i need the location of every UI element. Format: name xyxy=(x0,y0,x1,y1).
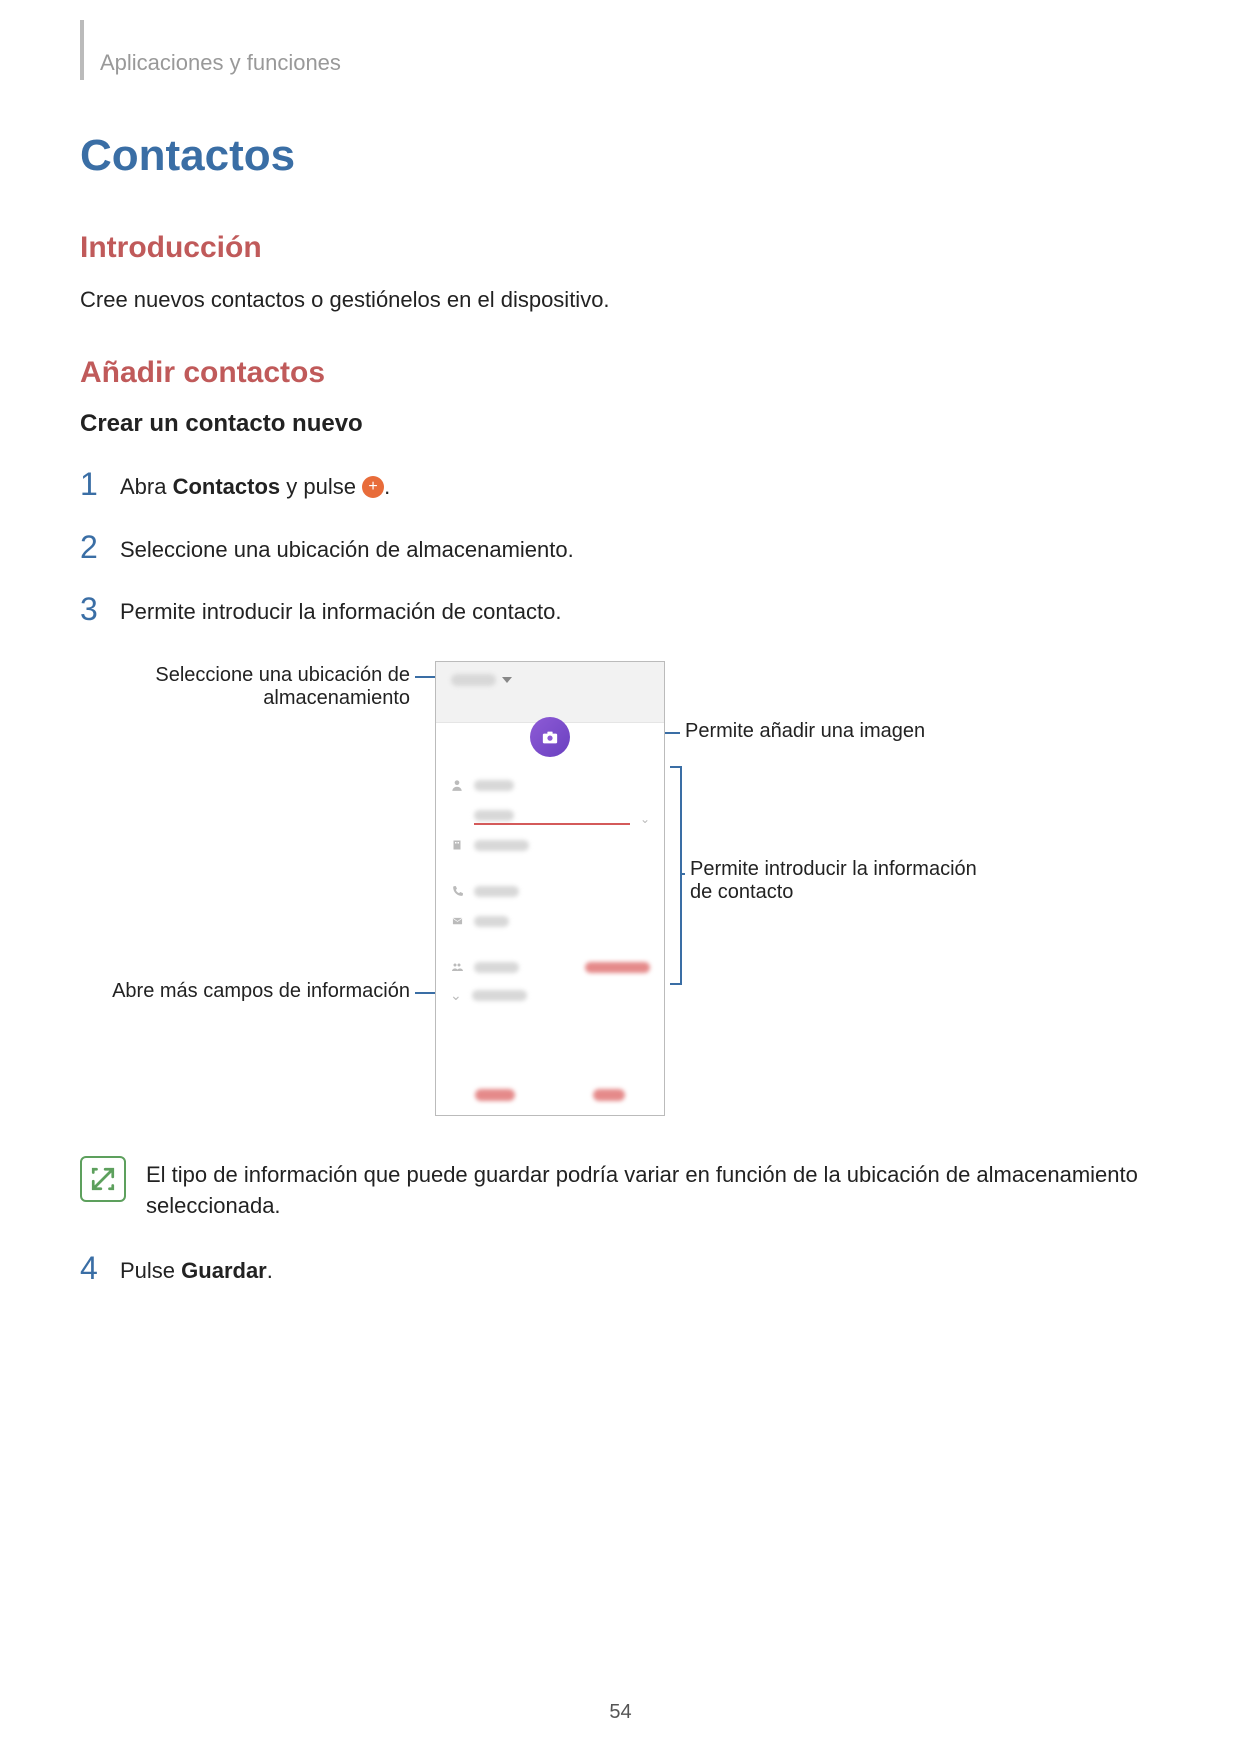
step-1-app: Contactos xyxy=(173,474,281,499)
save-blur xyxy=(593,1089,625,1101)
phone-header xyxy=(436,662,664,723)
fields-area: ⌄ xyxy=(450,772,650,980)
breadcrumb: Aplicaciones y funciones xyxy=(100,50,1161,76)
blur-text xyxy=(474,810,514,821)
step-3-text: Permite introducir la información de con… xyxy=(120,593,561,628)
callout-info-l2: de contacto xyxy=(690,881,793,903)
cancel-blur xyxy=(475,1089,515,1101)
step-3: 3 Permite introducir la información de c… xyxy=(80,593,1161,628)
plus-icon: + xyxy=(362,476,384,498)
callout-more: Abre más campos de información xyxy=(80,980,410,1003)
phone-mockup: ⌄ xyxy=(435,661,665,1116)
callout-storage-l2: almacenamiento xyxy=(263,687,410,709)
callout-storage-l1: Seleccione una ubicación de xyxy=(155,664,410,686)
blur-text xyxy=(474,962,519,973)
input-underline xyxy=(474,823,630,825)
step-1-c: y pulse xyxy=(280,474,362,499)
blur-text xyxy=(474,780,514,791)
step-4-c: . xyxy=(267,1258,273,1283)
step-1-text: Abra Contactos y pulse +. xyxy=(120,468,390,503)
diagram: Seleccione una ubicación de almacenamien… xyxy=(80,656,1161,1136)
section-intro-heading: Introducción xyxy=(80,231,1161,265)
person-icon xyxy=(450,778,464,792)
view-more: ⌄ xyxy=(450,987,527,1004)
field-org xyxy=(450,832,650,858)
page-title: Contactos xyxy=(80,131,1161,181)
storage-selector xyxy=(451,674,512,686)
field-email xyxy=(450,908,650,934)
step-4: 4 Pulse Guardar. xyxy=(80,1252,1161,1287)
page-number: 54 xyxy=(0,1701,1241,1724)
blur-text xyxy=(474,886,519,897)
field-phone xyxy=(450,878,650,904)
blur-text xyxy=(474,840,529,851)
step-4-a: Pulse xyxy=(120,1258,181,1283)
button-row xyxy=(436,1089,664,1101)
note-text: El tipo de información que puede guardar… xyxy=(146,1156,1161,1222)
chevron-down-icon: ⌄ xyxy=(640,812,650,826)
step-number: 4 xyxy=(80,1252,120,1284)
phone-icon xyxy=(450,884,464,898)
camera-icon xyxy=(542,731,558,744)
section-add-sub: Crear un contacto nuevo xyxy=(80,410,1161,438)
step-1-a: Abra xyxy=(120,474,173,499)
callout-bracket xyxy=(670,766,682,985)
step-2-text: Seleccione una ubicación de almacenamien… xyxy=(120,531,574,566)
step-number: 3 xyxy=(80,593,120,625)
field-groups xyxy=(450,954,650,980)
step-1-d: . xyxy=(384,474,390,499)
callout-storage: Seleccione una ubicación de almacenamien… xyxy=(80,664,410,710)
blur-text xyxy=(451,674,496,686)
callout-line xyxy=(680,873,685,875)
field-name-active: ⌄ xyxy=(450,802,650,828)
callout-info: Permite introducir la información de con… xyxy=(690,858,1070,904)
email-icon xyxy=(450,914,464,928)
callout-info-l1: Permite introducir la información xyxy=(690,858,977,880)
field-name xyxy=(450,772,650,798)
step-2: 2 Seleccione una ubicación de almacenami… xyxy=(80,531,1161,566)
section-add-heading: Añadir contactos xyxy=(80,356,1161,390)
note-icon xyxy=(80,1156,126,1202)
building-icon xyxy=(450,838,464,852)
avatar-add-button xyxy=(530,717,570,757)
spacer-icon xyxy=(450,808,464,822)
note-block: El tipo de información que puede guardar… xyxy=(80,1156,1161,1222)
header-rule xyxy=(80,20,84,80)
callout-image: Permite añadir una imagen xyxy=(685,720,1065,743)
chevron-down-icon: ⌄ xyxy=(450,987,462,1004)
step-number: 1 xyxy=(80,468,120,500)
blur-text-red xyxy=(585,962,650,973)
step-4-text: Pulse Guardar. xyxy=(120,1252,273,1287)
blur-text xyxy=(474,916,509,927)
dropdown-icon xyxy=(502,677,512,683)
step-1: 1 Abra Contactos y pulse +. xyxy=(80,468,1161,503)
step-number: 2 xyxy=(80,531,120,563)
step-4-b: Guardar xyxy=(181,1258,267,1283)
blur-text xyxy=(472,990,527,1001)
groups-icon xyxy=(450,960,464,974)
intro-body: Cree nuevos contactos o gestiónelos en e… xyxy=(80,285,1161,316)
